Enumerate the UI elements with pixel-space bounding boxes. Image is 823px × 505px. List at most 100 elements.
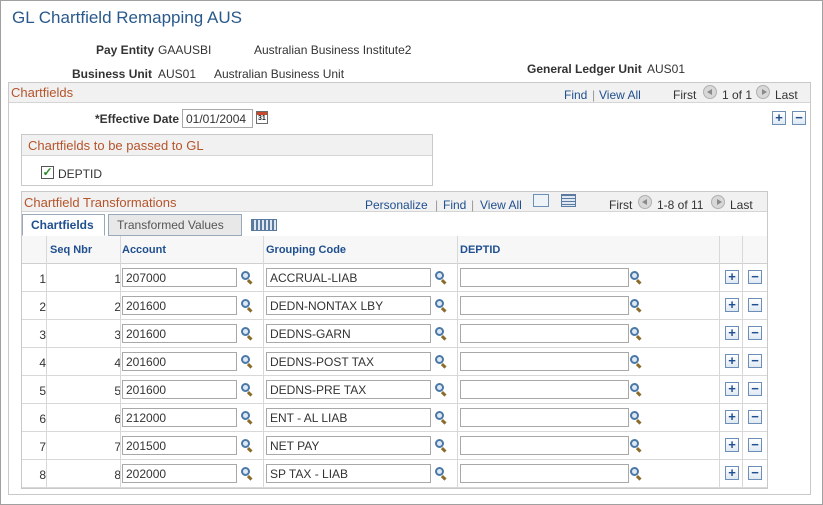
- chartfields-prev-icon[interactable]: [703, 85, 717, 99]
- grouping-code-lookup-icon[interactable]: [434, 466, 448, 481]
- grouping-code-input[interactable]: [266, 352, 431, 371]
- deptid-input[interactable]: [460, 436, 629, 455]
- add-row-button[interactable]: +: [725, 438, 739, 452]
- grouping-code-lookup-icon[interactable]: [434, 326, 448, 341]
- transformations-next-icon[interactable]: [711, 195, 725, 209]
- table-row: 2 2 +−: [22, 292, 767, 320]
- personalize-link[interactable]: Personalize: [365, 198, 428, 212]
- col-deptid[interactable]: DEPTID: [460, 244, 500, 256]
- remove-row-button[interactable]: −: [748, 270, 762, 284]
- calendar-icon[interactable]: 31: [256, 111, 268, 124]
- grouping-code-lookup-icon[interactable]: [434, 270, 448, 285]
- grouping-code-input[interactable]: [266, 408, 431, 427]
- deptid-input[interactable]: [460, 352, 629, 371]
- download-grid-icon[interactable]: [561, 194, 576, 207]
- tab-chartfields[interactable]: Chartfields: [22, 214, 105, 236]
- account-input[interactable]: [122, 464, 237, 483]
- deptid-lookup-icon[interactable]: [629, 410, 643, 425]
- col-grouping-code[interactable]: Grouping Code: [266, 244, 346, 256]
- grouping-code-input[interactable]: [266, 464, 431, 483]
- deptid-lookup-icon[interactable]: [629, 382, 643, 397]
- deptid-input[interactable]: [460, 296, 629, 315]
- deptid-input[interactable]: [460, 324, 629, 343]
- add-row-button[interactable]: +: [725, 382, 739, 396]
- grouping-code-lookup-icon[interactable]: [434, 410, 448, 425]
- account-lookup-icon[interactable]: [240, 354, 254, 369]
- grouping-code-input[interactable]: [266, 268, 431, 287]
- add-effective-row-button[interactable]: +: [772, 111, 786, 125]
- remove-row-button[interactable]: −: [748, 466, 762, 480]
- grouping-code-lookup-icon[interactable]: [434, 354, 448, 369]
- grouping-code-input[interactable]: [266, 380, 431, 399]
- transformations-last-label: Last: [730, 198, 753, 212]
- chartfields-next-icon[interactable]: [756, 85, 770, 99]
- transformations-prev-icon[interactable]: [638, 195, 652, 209]
- chartfields-last-label: Last: [775, 88, 798, 102]
- deptid-input[interactable]: [460, 408, 629, 427]
- add-row-button[interactable]: +: [725, 326, 739, 340]
- transformations-first-label: First: [609, 198, 633, 212]
- chartfields-find-link[interactable]: Find: [564, 88, 587, 102]
- col-account[interactable]: Account: [122, 244, 166, 256]
- row-number: 7: [39, 440, 46, 454]
- row-number: 1: [39, 272, 46, 286]
- account-input[interactable]: [122, 436, 237, 455]
- remove-row-button[interactable]: −: [748, 326, 762, 340]
- deptid-input[interactable]: [460, 380, 629, 399]
- remove-effective-row-button[interactable]: −: [792, 111, 806, 125]
- col-divider: [742, 236, 743, 488]
- deptid-checkbox[interactable]: ✓: [41, 166, 54, 179]
- remove-row-button[interactable]: −: [748, 410, 762, 424]
- grouping-code-input[interactable]: [266, 324, 431, 343]
- remove-row-button[interactable]: −: [748, 382, 762, 396]
- add-row-button[interactable]: +: [725, 354, 739, 368]
- account-lookup-icon[interactable]: [240, 410, 254, 425]
- seq-nbr-value: 8: [114, 468, 121, 482]
- deptid-lookup-icon[interactable]: [629, 354, 643, 369]
- deptid-lookup-icon[interactable]: [629, 438, 643, 453]
- account-lookup-icon[interactable]: [240, 382, 254, 397]
- deptid-input[interactable]: [460, 268, 629, 287]
- grouping-code-input[interactable]: [266, 436, 431, 455]
- grouping-code-lookup-icon[interactable]: [434, 382, 448, 397]
- remove-row-button[interactable]: −: [748, 354, 762, 368]
- deptid-lookup-icon[interactable]: [629, 466, 643, 481]
- add-row-button[interactable]: +: [725, 298, 739, 312]
- deptid-lookup-icon[interactable]: [629, 298, 643, 313]
- grouping-code-lookup-icon[interactable]: [434, 438, 448, 453]
- remove-row-button[interactable]: −: [748, 438, 762, 452]
- account-input[interactable]: [122, 296, 237, 315]
- deptid-lookup-icon[interactable]: [629, 326, 643, 341]
- remove-row-button[interactable]: −: [748, 298, 762, 312]
- deptid-input[interactable]: [460, 464, 629, 483]
- row-number: 2: [39, 300, 46, 314]
- table-row: 4 4 +−: [22, 348, 767, 376]
- account-input[interactable]: [122, 380, 237, 399]
- add-row-button[interactable]: +: [725, 410, 739, 424]
- account-lookup-icon[interactable]: [240, 326, 254, 341]
- account-lookup-icon[interactable]: [240, 298, 254, 313]
- account-lookup-icon[interactable]: [240, 270, 254, 285]
- add-row-button[interactable]: +: [725, 466, 739, 480]
- effective-date-input[interactable]: [182, 109, 253, 128]
- show-all-columns-icon[interactable]: [251, 219, 277, 231]
- account-lookup-icon[interactable]: [240, 466, 254, 481]
- chartfields-view-all-link[interactable]: View All: [599, 88, 641, 102]
- zoom-grid-icon[interactable]: [533, 194, 549, 207]
- deptid-lookup-icon[interactable]: [629, 270, 643, 285]
- account-input[interactable]: [122, 408, 237, 427]
- account-input[interactable]: [122, 268, 237, 287]
- transformations-find-link[interactable]: Find: [443, 198, 466, 212]
- account-input[interactable]: [122, 324, 237, 343]
- grouping-code-input[interactable]: [266, 296, 431, 315]
- tab-transformed-values[interactable]: Transformed Values: [108, 214, 242, 236]
- col-divider: [46, 236, 47, 488]
- account-lookup-icon[interactable]: [240, 438, 254, 453]
- table-row: 5 5 +−: [22, 376, 767, 404]
- grouping-code-lookup-icon[interactable]: [434, 298, 448, 313]
- add-row-button[interactable]: +: [725, 270, 739, 284]
- account-input[interactable]: [122, 352, 237, 371]
- transformations-view-all-link[interactable]: View All: [480, 198, 522, 212]
- col-seq-nbr[interactable]: Seq Nbr: [50, 244, 92, 256]
- table-row: 7 7 +−: [22, 432, 767, 460]
